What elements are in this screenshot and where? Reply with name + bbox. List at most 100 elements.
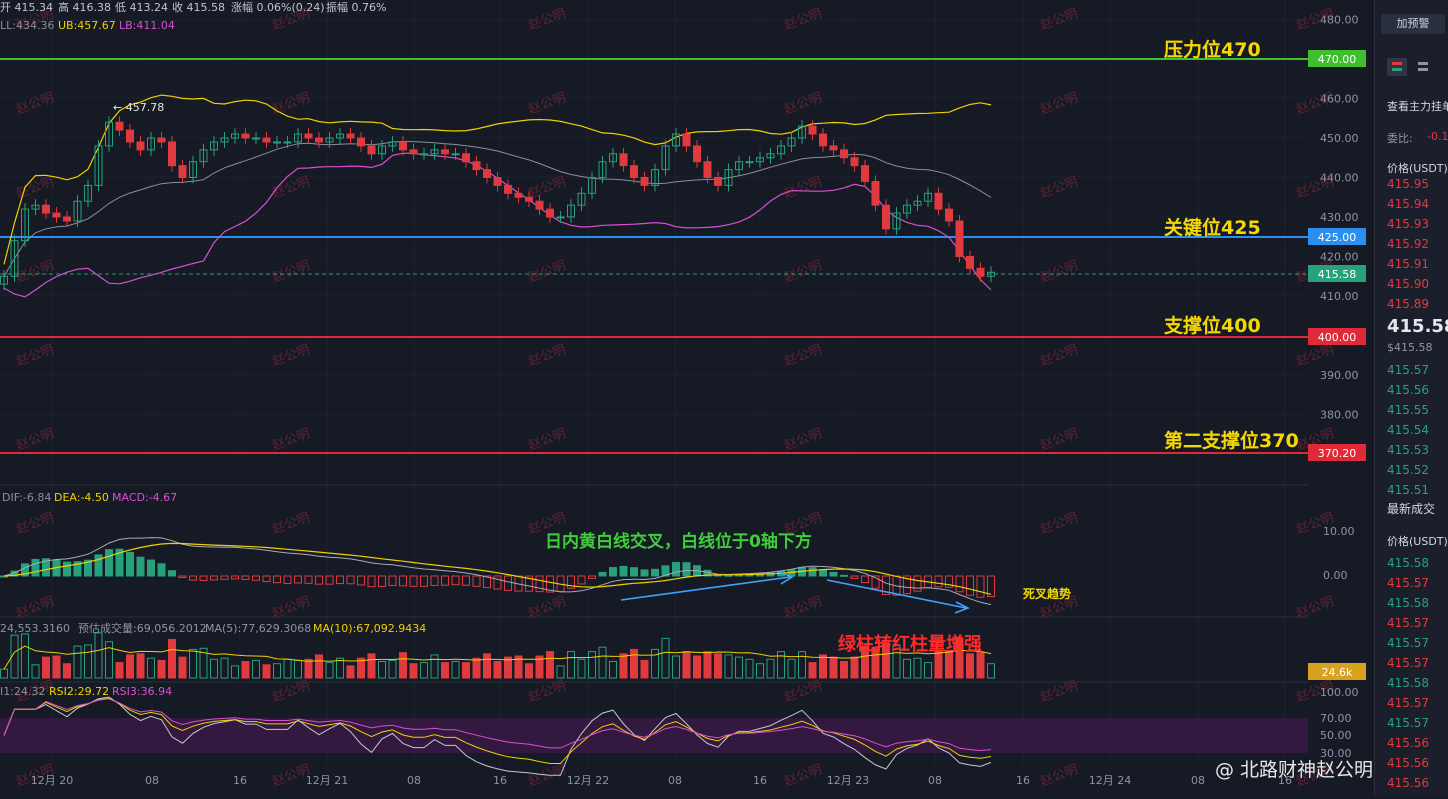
ask-row[interactable]: 415.90 <box>1387 277 1429 291</box>
level-tag-370: 370.20 <box>1308 444 1366 461</box>
trade-row[interactable]: 415.57 <box>1387 716 1429 730</box>
svg-text:RSI3:36.94: RSI3:36.94 <box>112 685 172 698</box>
candle-body <box>682 133 691 147</box>
bid-row[interactable]: 415.51 <box>1387 483 1429 497</box>
bid-row[interactable]: 415.57 <box>1387 363 1429 377</box>
candle-body <box>619 153 628 167</box>
footer-brand: @ 北路财神赵公明 <box>1215 759 1373 781</box>
time-axis-label: 08 <box>145 774 159 787</box>
price-axis-label: 480.00 <box>1320 14 1359 27</box>
candle-body <box>367 145 376 155</box>
svg-text:I1:24.32: I1:24.32 <box>0 685 45 698</box>
trade-row[interactable]: 415.58 <box>1387 556 1429 570</box>
trade-row[interactable]: 415.56 <box>1387 776 1429 790</box>
volume-info-bar: 24,553.3160 预估成交量:69,056.2012 MA(5):77,6… <box>0 621 426 635</box>
macd-bar <box>630 567 638 577</box>
candle-body <box>315 137 323 143</box>
high-marker: ← 457.78 <box>113 101 164 114</box>
bid-row[interactable]: 415.52 <box>1387 463 1429 477</box>
bid-row[interactable]: 415.56 <box>1387 383 1429 397</box>
rsi-axis-label: 50.00 <box>1320 729 1352 742</box>
trade-row[interactable]: 415.57 <box>1387 616 1429 630</box>
macd-info-bar: DIF:-6.84 DEA:-4.50 MACD:-4.67 <box>2 491 177 504</box>
volume-bar <box>619 653 628 679</box>
ohlc-info-bar: 开 415.34 高 416.38 低 413.24 收 415.58 涨幅 0… <box>0 0 386 14</box>
bid-row[interactable]: 415.55 <box>1387 403 1429 417</box>
candle-body <box>273 141 281 144</box>
candle-body <box>241 133 250 139</box>
volume-bar <box>304 658 313 679</box>
macd-axis-label: 0.00 <box>1323 569 1348 582</box>
ask-row[interactable]: 415.93 <box>1387 217 1429 231</box>
ask-row[interactable]: 415.95 <box>1387 177 1429 191</box>
candle-body <box>304 133 313 139</box>
add-alert-button[interactable]: 加预警 <box>1381 14 1445 34</box>
macd-bar <box>651 568 659 577</box>
candle-body <box>357 137 365 147</box>
trade-row[interactable]: 415.57 <box>1387 696 1429 710</box>
candle-body <box>399 141 407 151</box>
ask-row[interactable]: 415.91 <box>1387 257 1429 271</box>
time-axis-label: 16 <box>493 774 507 787</box>
volume-bar <box>52 655 61 679</box>
candle-body <box>493 177 502 186</box>
volume-bar <box>840 661 848 679</box>
bid-row[interactable]: 415.53 <box>1387 443 1429 457</box>
time-axis-label: 08 <box>1191 774 1205 787</box>
volume-bar <box>126 654 134 679</box>
volume-bar <box>63 663 71 679</box>
svg-text:LB:411.04: LB:411.04 <box>119 19 175 32</box>
volume-bar <box>441 662 449 679</box>
trade-row[interactable]: 415.58 <box>1387 676 1429 690</box>
candle-body <box>966 256 974 269</box>
candle-body <box>483 169 491 179</box>
main-orders-link[interactable]: 查看主力挂单 <box>1387 98 1448 114</box>
volume-bar <box>934 651 943 679</box>
level-tag-current: 415.58 <box>1308 265 1366 282</box>
candle-body <box>546 208 554 218</box>
macd-bar <box>808 567 817 577</box>
svg-text:MA(5):77,629.3068: MA(5):77,629.3068 <box>205 622 311 635</box>
candle-body <box>346 133 355 139</box>
trade-row[interactable]: 415.57 <box>1387 576 1429 590</box>
candle-body <box>693 145 701 163</box>
volume-bar <box>157 659 166 679</box>
candle-body <box>462 153 470 163</box>
volume-tag: 24.6k <box>1308 663 1366 680</box>
svg-text:24,553.3160: 24,553.3160 <box>0 622 70 635</box>
trade-row[interactable]: 415.56 <box>1387 736 1429 750</box>
volume-bar <box>525 663 533 679</box>
trade-row[interactable]: 415.58 <box>1387 596 1429 610</box>
candle-body <box>871 180 880 206</box>
annotation-s370: 第二支撑位370 <box>1164 429 1299 452</box>
trade-row[interactable]: 415.57 <box>1387 656 1429 670</box>
trade-row[interactable]: 415.57 <box>1387 636 1429 650</box>
volume-bar <box>976 652 985 679</box>
svg-text:DEA:-4.50: DEA:-4.50 <box>54 491 109 504</box>
svg-text:UB:457.67: UB:457.67 <box>58 19 116 32</box>
volume-bar <box>409 663 418 679</box>
volume-bar <box>346 665 355 679</box>
candle-body <box>556 216 565 219</box>
level-tag-470: 470.00 <box>1308 50 1366 67</box>
ask-row[interactable]: 415.92 <box>1387 237 1429 251</box>
time-axis-label: 12月 21 <box>306 774 349 787</box>
chart-stage[interactable]: 赵公明 赵公明 赵公明 赵公明 赵公明 赵公明 赵公明 赵公明 赵公明 赵公明 赵公明 赵公明 赵公明赵… <box>0 0 1448 795</box>
time-axis-label: 08 <box>407 774 421 787</box>
svg-text:RSI2:29.72: RSI2:29.72 <box>49 685 109 698</box>
orderbook-both-icon[interactable] <box>1387 58 1407 76</box>
svg-text:415.58: 415.58 <box>1318 268 1357 281</box>
candle-body <box>819 133 827 147</box>
candle-body <box>42 204 50 214</box>
ask-row[interactable]: 415.94 <box>1387 197 1429 211</box>
bid-row[interactable]: 415.54 <box>1387 423 1429 437</box>
macd-bar <box>619 565 628 577</box>
candle-body <box>934 192 943 210</box>
level-tag-425: 425.00 <box>1308 228 1366 245</box>
candle-body <box>451 153 460 156</box>
svg-text:MA(10):67,092.9434: MA(10):67,092.9434 <box>313 622 426 635</box>
orderbook-bids-icon[interactable] <box>1413 58 1433 76</box>
kline-chart[interactable]: 赵公明 赵公明 赵公明 赵公明 赵公明 赵公明赵公明 赵公明 赵公明 赵公明 赵公明 赵公明赵公明赵… <box>0 0 1374 795</box>
ask-row[interactable]: 415.89 <box>1387 297 1429 311</box>
trade-row[interactable]: 415.56 <box>1387 756 1429 770</box>
